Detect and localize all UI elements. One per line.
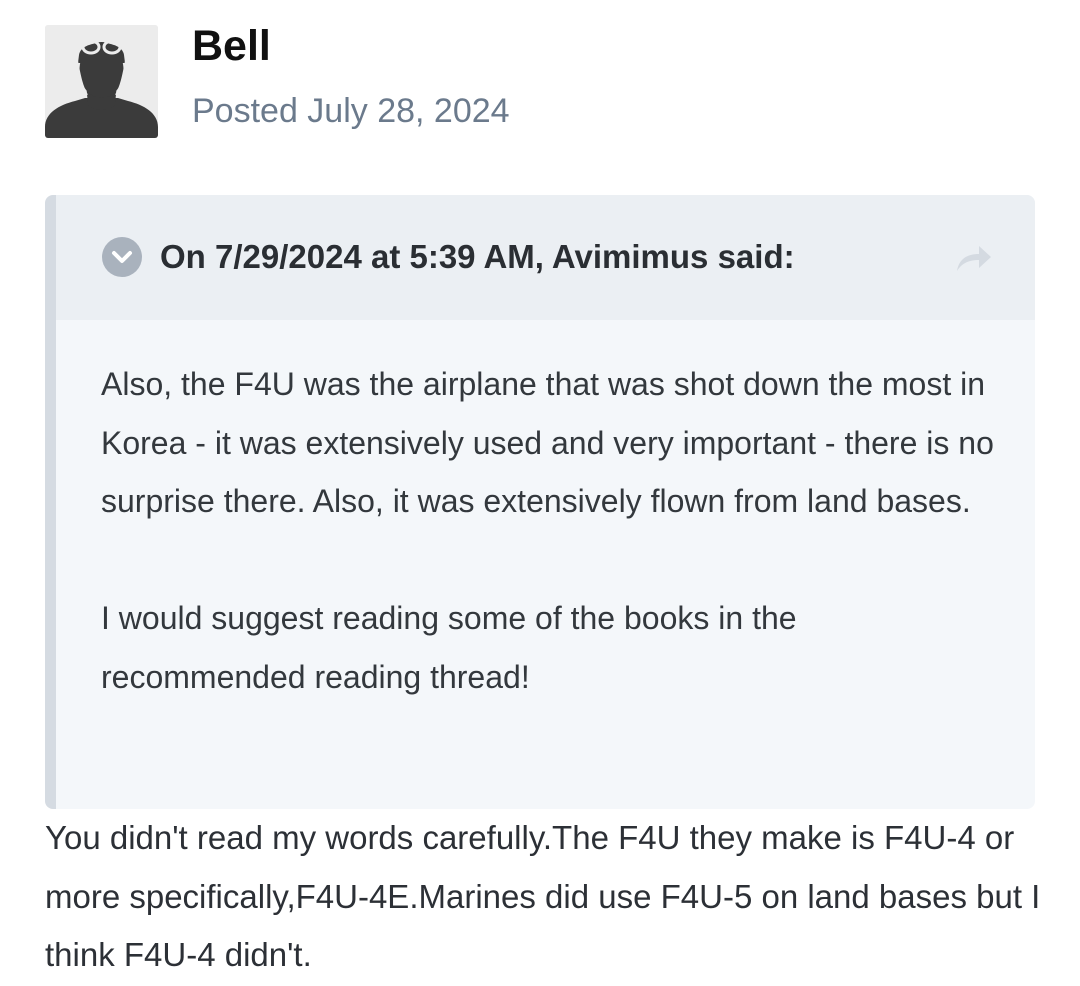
author-name[interactable]: Bell bbox=[192, 22, 271, 70]
post-content: You didn't read my words carefully.The F… bbox=[45, 809, 1045, 985]
share-arrow-icon[interactable] bbox=[953, 241, 993, 275]
forum-post: Bell Posted July 28, 2024 On 7/29/2024 a… bbox=[0, 0, 1080, 986]
quote-body: Also, the F4U was the airplane that was … bbox=[101, 355, 1001, 706]
quote-header: On 7/29/2024 at 5:39 AM, Avimimus said: bbox=[56, 195, 1035, 320]
chevron-down-icon[interactable] bbox=[102, 237, 142, 277]
user-silhouette-icon bbox=[45, 25, 158, 138]
quote-paragraph: Also, the F4U was the airplane that was … bbox=[101, 366, 994, 519]
avatar[interactable] bbox=[45, 25, 158, 138]
post-date: Posted July 28, 2024 bbox=[192, 92, 510, 130]
quote-paragraph: I would suggest reading some of the book… bbox=[101, 600, 797, 695]
reply-text: You didn't read my words carefully.The F… bbox=[45, 819, 1041, 973]
quote-block: On 7/29/2024 at 5:39 AM, Avimimus said: … bbox=[45, 195, 1035, 809]
quote-citation: On 7/29/2024 at 5:39 AM, Avimimus said: bbox=[160, 238, 795, 275]
